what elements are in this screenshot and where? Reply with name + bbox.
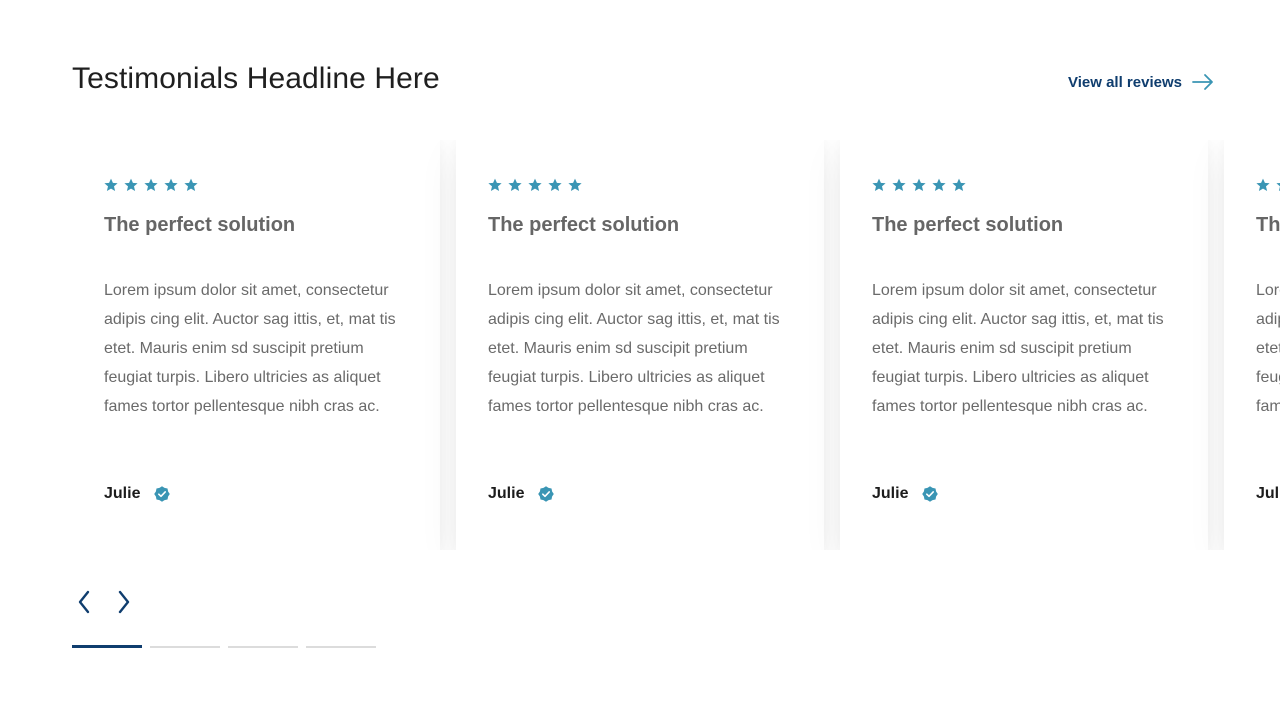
progress-segment[interactable] — [228, 646, 298, 648]
carousel-navigation — [72, 588, 136, 616]
view-all-reviews-link[interactable]: View all reviews — [1068, 72, 1214, 92]
testimonial-title: The perfect solution — [104, 214, 296, 236]
chevron-left-icon — [78, 590, 90, 614]
star-icon — [1256, 178, 1270, 191]
verified-badge-icon — [154, 486, 171, 502]
testimonial-carousel[interactable]: The perfect solution Lorem ipsum dolor si… — [72, 140, 1280, 550]
carousel-next-button[interactable] — [112, 588, 136, 616]
star-icon — [144, 178, 158, 191]
star-icon — [912, 178, 926, 191]
star-icon — [872, 178, 886, 191]
verified-badge-icon — [538, 486, 555, 502]
testimonial-card: The perfect solution Lorem ipsum dolor si… — [456, 140, 824, 550]
progress-segment[interactable] — [306, 646, 376, 648]
carousel-progress — [72, 645, 376, 648]
testimonial-card: The perfect solution Lorem ipsum dolor si… — [1224, 140, 1280, 550]
testimonial-body: Lorem ipsum dolor sit amet, consectetur … — [488, 282, 780, 415]
testimonials-section: Testimonials Headline Here View all revi… — [0, 0, 1280, 722]
chevron-right-icon — [118, 590, 130, 614]
progress-segment[interactable] — [150, 646, 220, 648]
arrow-right-icon — [1192, 74, 1213, 90]
star-icon — [932, 178, 946, 191]
star-icon — [164, 178, 178, 191]
author-name: Julie — [104, 485, 141, 502]
star-icon — [184, 178, 198, 191]
star-icon — [528, 178, 542, 191]
star-icon — [508, 178, 522, 191]
carousel-prev-button[interactable] — [72, 588, 96, 616]
testimonial-card: The perfect solution Lorem ipsum dolor si… — [840, 140, 1208, 550]
testimonial-card: The perfect solution Lorem ipsum dolor si… — [72, 140, 440, 550]
star-icon — [1276, 182, 1280, 191]
star-rating — [1256, 178, 1280, 192]
testimonial-body: Lorem ipsum dolor sit amet, consectetur … — [872, 282, 1164, 415]
star-icon — [548, 178, 562, 191]
testimonial-body: Lorem ipsum dolor sit amet, consectetur … — [1256, 282, 1280, 415]
progress-segment-active[interactable] — [72, 645, 142, 648]
testimonial-author: Julie — [488, 485, 555, 503]
view-all-reviews-label: View all reviews — [1068, 73, 1182, 91]
testimonial-title: The perfect solution — [872, 214, 1064, 236]
star-icon — [568, 178, 582, 191]
author-name: Julie — [872, 485, 909, 502]
author-name: Julie — [488, 485, 525, 502]
star-rating — [872, 178, 966, 192]
testimonial-body: Lorem ipsum dolor sit amet, consectetur … — [104, 282, 396, 415]
star-icon — [124, 178, 138, 191]
author-name: Julie — [1256, 485, 1280, 502]
section-headline: Testimonials Headline Here — [72, 62, 440, 95]
testimonial-title: The perfect solution — [488, 214, 680, 236]
testimonial-author: Julie — [1256, 485, 1280, 503]
star-rating — [488, 178, 582, 192]
star-icon — [104, 178, 118, 191]
testimonial-title: The perfect solution — [1256, 214, 1280, 236]
testimonial-author: Julie — [872, 485, 939, 503]
star-icon — [892, 178, 906, 191]
testimonial-author: Julie — [104, 485, 171, 503]
star-icon — [488, 178, 502, 191]
star-rating — [104, 178, 198, 192]
verified-badge-icon — [922, 486, 939, 502]
star-icon — [952, 178, 966, 191]
